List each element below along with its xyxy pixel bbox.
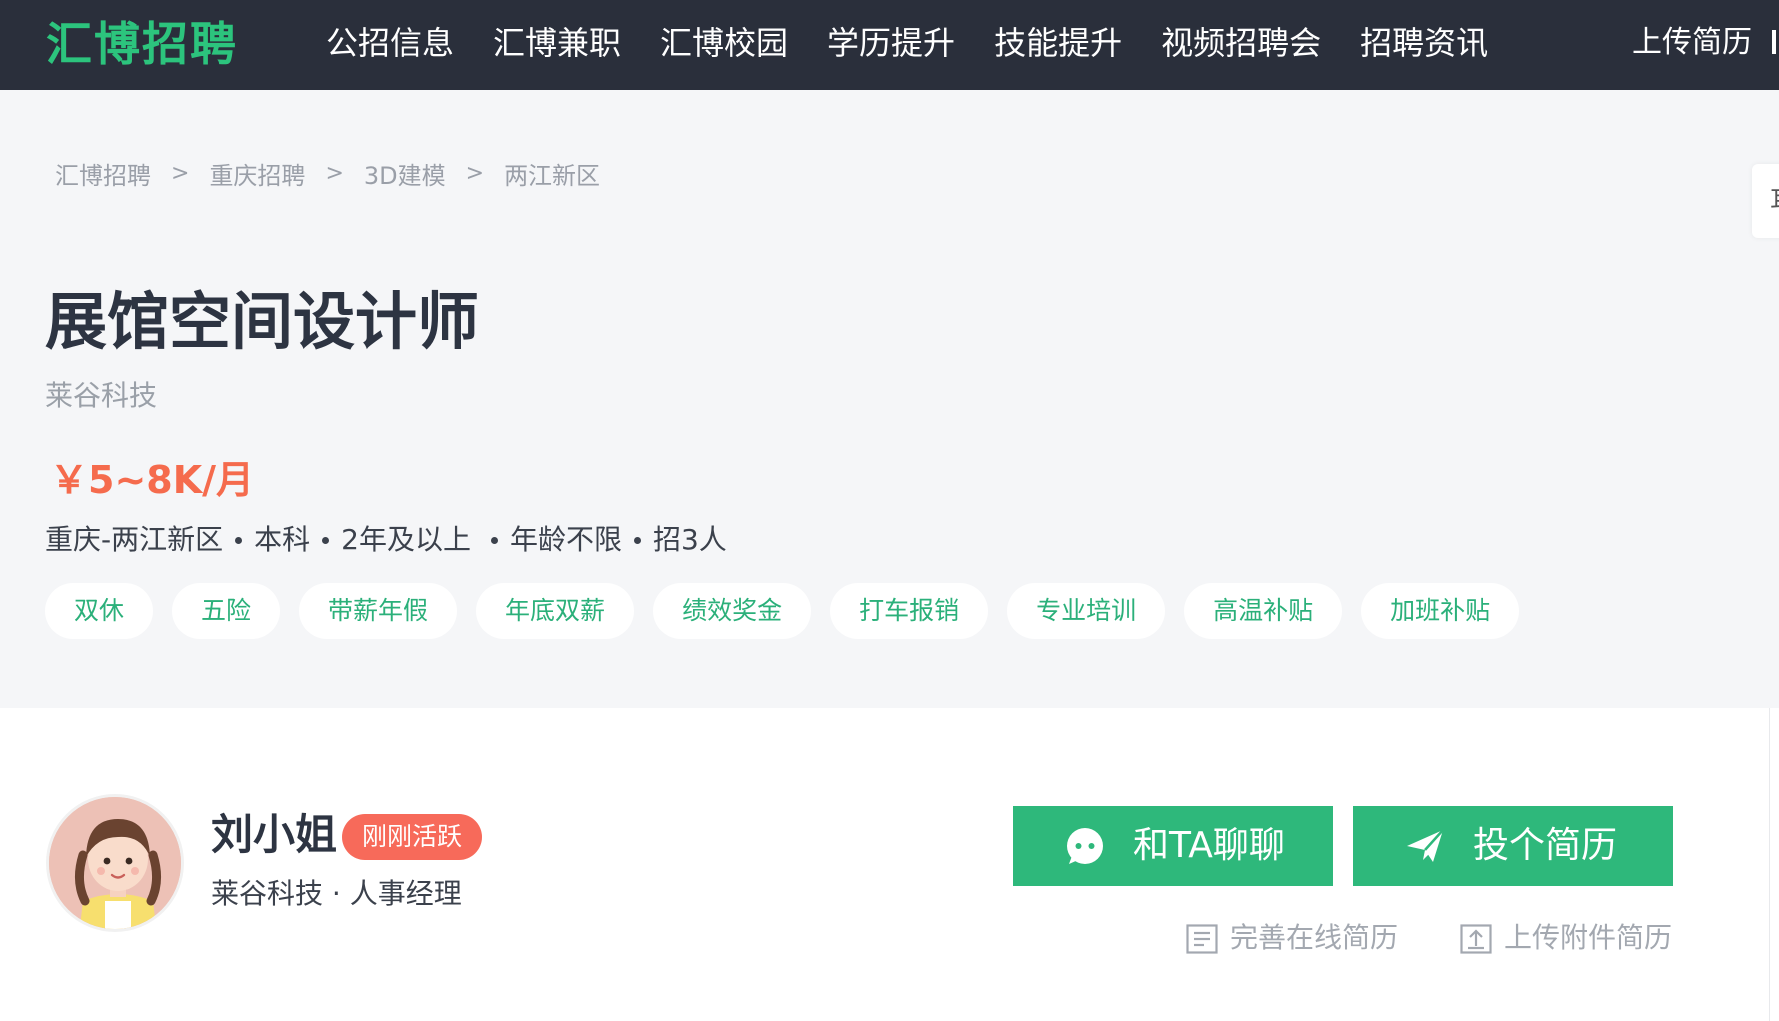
breadcrumb-item-city[interactable]: 重庆招聘 — [209, 156, 305, 191]
chat-button[interactable]: 和TA聊聊 — [1013, 806, 1333, 886]
job-headcount: 招3人 — [652, 523, 727, 556]
benefit-tag: 年底双薪 — [476, 583, 635, 639]
benefit-tags: 双休 五险 带薪年假 年底双薪 绩效奖金 打车报销 专业培训 高温补贴 加班补贴 — [45, 583, 1538, 639]
company-name[interactable]: 莱谷科技 — [45, 378, 157, 414]
nav-item-news[interactable]: 招聘资讯 — [1360, 22, 1488, 64]
nav-item-skills[interactable]: 技能提升 — [994, 22, 1122, 64]
nav-item-part-time[interactable]: 汇博兼职 — [493, 22, 621, 64]
job-header-section: 汇博招聘 > 重庆招聘 > 3D建模 > 两江新区 耳 展馆空间设计师 莱谷科技… — [0, 90, 1779, 708]
breadcrumb-separator: > — [171, 161, 190, 186]
side-floating-tab[interactable]: 耳 — [1752, 164, 1779, 238]
benefit-tag: 双休 — [45, 583, 154, 639]
nav-item-video-fair[interactable]: 视频招聘会 — [1161, 22, 1321, 64]
chat-button-label: 和TA聊聊 — [1133, 825, 1285, 866]
breadcrumb-item-category[interactable]: 3D建模 — [364, 156, 446, 191]
meta-dot — [490, 536, 498, 544]
complete-online-resume-label: 完善在线简历 — [1230, 921, 1399, 954]
meta-dot — [633, 536, 641, 544]
recruiter-section: 刘小姐 刚刚活跃 莱谷科技 · 人事经理 和TA聊聊 投个简历 完善在线简历 上… — [0, 708, 1770, 1021]
benefit-tag: 五险 — [172, 583, 281, 639]
job-location: 重庆-两江新区 — [45, 523, 224, 556]
nav-item-education[interactable]: 学历提升 — [827, 22, 955, 64]
breadcrumb-separator: > — [325, 161, 344, 186]
apply-button-label: 投个简历 — [1473, 825, 1618, 866]
job-experience: 2年及以上 — [341, 523, 471, 556]
content-right-border — [1769, 708, 1770, 1021]
site-logo[interactable]: 汇博招聘 — [46, 14, 238, 74]
recruiter-role: 莱谷科技 · 人事经理 — [211, 877, 462, 910]
job-education: 本科 — [254, 523, 311, 556]
upload-attachment-resume-label: 上传附件简历 — [1504, 921, 1673, 954]
benefit-tag: 带薪年假 — [299, 583, 458, 639]
salary: ￥5~8K/月 — [50, 458, 255, 502]
benefit-tag: 打车报销 — [830, 583, 989, 639]
job-meta: 重庆-两江新区 本科 2年及以上 年龄不限 招3人 — [45, 520, 727, 560]
benefit-tag: 专业培训 — [1007, 583, 1166, 639]
upload-icon — [1460, 924, 1492, 954]
paper-plane-icon — [1405, 826, 1445, 866]
meta-dot — [235, 536, 243, 544]
benefit-tag: 高温补贴 — [1184, 583, 1343, 639]
chat-bubble-icon — [1065, 826, 1105, 866]
meta-dot — [322, 536, 330, 544]
document-icon — [1186, 924, 1218, 954]
avatar-girl-icon — [46, 794, 184, 932]
breadcrumb: 汇博招聘 > 重庆招聘 > 3D建模 > 两江新区 — [55, 156, 600, 191]
job-title: 展馆空间设计师 — [45, 285, 480, 358]
nav-item-campus[interactable]: 汇博校园 — [660, 22, 788, 64]
recruiter-name: 刘小姐 — [211, 810, 338, 859]
upload-resume-link[interactable]: 上传简历 — [1632, 22, 1752, 64]
benefit-tag: 加班补贴 — [1361, 583, 1520, 639]
breadcrumb-item-district[interactable]: 两江新区 — [504, 156, 600, 191]
breadcrumb-separator: > — [465, 161, 485, 186]
main-nav: 公招信息 汇博兼职 汇博校园 学历提升 技能提升 视频招聘会 招聘资讯 — [326, 22, 1527, 64]
status-badge: 刚刚活跃 — [342, 814, 483, 860]
breadcrumb-item-home[interactable]: 汇博招聘 — [55, 156, 151, 191]
nav-item-public-recruitment[interactable]: 公招信息 — [326, 22, 454, 64]
nav-overflow-edge — [1772, 30, 1776, 54]
side-tab-label: 耳 — [1770, 186, 1779, 214]
job-age: 年龄不限 — [509, 523, 622, 556]
benefit-tag: 绩效奖金 — [653, 583, 812, 639]
top-nav-bar: 汇博招聘 公招信息 汇博兼职 汇博校园 学历提升 技能提升 视频招聘会 招聘资讯… — [0, 0, 1779, 90]
apply-button[interactable]: 投个简历 — [1353, 806, 1673, 886]
